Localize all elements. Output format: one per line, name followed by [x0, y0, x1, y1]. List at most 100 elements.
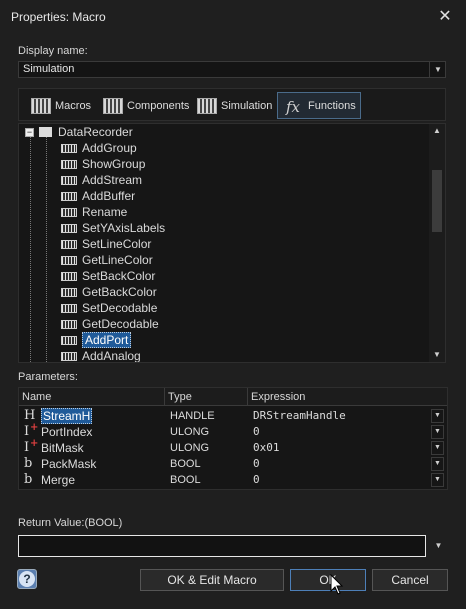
expression-dropdown-icon[interactable]: ▼ [431, 457, 444, 471]
mouse-cursor-icon [330, 574, 344, 595]
parameter-type: BOOL [170, 474, 201, 486]
macro-icon [31, 97, 51, 114]
function-icon [61, 207, 77, 217]
tree-item-label: GetBackColor [82, 285, 157, 299]
function-icon [61, 143, 77, 153]
display-name-label: Display name: [18, 45, 88, 57]
column-header-type[interactable]: Type [165, 388, 248, 406]
column-header-expression[interactable]: Expression [248, 388, 447, 406]
tree-item[interactable]: AddAnalog [61, 348, 141, 363]
tree-item[interactable]: SetLineColor [61, 236, 151, 252]
tree-item-label: AddStream [82, 173, 143, 187]
close-icon[interactable]: ✕ [437, 9, 453, 25]
help-button[interactable]: ? [17, 569, 37, 589]
tree-item[interactable]: SetDecodable [61, 300, 157, 316]
function-tree[interactable]: − DataRecorder AddGroup ShowGroup AddStrea… [18, 123, 446, 363]
collapse-icon[interactable]: − [25, 127, 34, 137]
return-value-dropdown-icon[interactable]: ▼ [430, 536, 447, 556]
tree-item[interactable]: SetBackColor [61, 268, 155, 284]
tab-macros[interactable]: Macros [27, 92, 95, 119]
bool-icon: b [24, 456, 33, 471]
tree-item-label: AddAnalog [82, 349, 141, 363]
function-icon [61, 319, 77, 329]
tree-root-label: DataRecorder [58, 125, 133, 139]
parameters-table: Name Type Expression H StreamH HANDLE DRStr… [18, 387, 448, 490]
parameter-expression[interactable]: 0 [253, 424, 260, 440]
tree-item-label: Rename [82, 205, 128, 219]
scroll-up-icon[interactable]: ▲ [429, 124, 445, 138]
parameter-row[interactable]: I + PortIndex ULONG 0 ▼ [19, 422, 447, 440]
fx-icon: fx [285, 97, 300, 116]
function-icon [61, 271, 77, 281]
parameter-row[interactable]: I + BitMask ULONG 0x01 ▼ [19, 438, 447, 456]
bool-icon: b [24, 472, 33, 487]
tree-item[interactable]: AddStream [61, 172, 142, 188]
return-value-field[interactable] [18, 535, 426, 557]
cancel-button[interactable]: Cancel [372, 569, 448, 591]
ok-edit-macro-button[interactable]: OK & Edit Macro [140, 569, 284, 591]
tab-label: Simulation [221, 99, 273, 112]
parameter-expression[interactable]: 0 [253, 472, 260, 488]
tree-item[interactable]: AddBuffer [61, 188, 135, 204]
tree-item-label: GetDecodable [82, 317, 159, 331]
parameter-type: BOOL [170, 458, 201, 470]
category-tabs: Macros Components Simulation fx Function… [18, 88, 446, 121]
parameter-name: BitMask [41, 441, 84, 455]
folder-icon [39, 127, 52, 137]
parameter-row[interactable]: b PackMask BOOL 0 ▼ [19, 456, 447, 472]
ok-button[interactable]: OK [290, 569, 366, 591]
expression-dropdown-icon[interactable]: ▼ [431, 409, 444, 423]
tab-simulation[interactable]: Simulation [193, 92, 276, 119]
tab-label: Functions [308, 99, 356, 112]
tree-item-label: SetLineColor [82, 237, 152, 251]
tree-item-label: AddPort [82, 332, 132, 348]
tab-components[interactable]: Components [99, 92, 193, 119]
tree-item[interactable]: AddGroup [61, 140, 137, 156]
function-icon [61, 239, 77, 249]
tree-item[interactable]: ShowGroup [61, 156, 145, 172]
tree-item[interactable]: GetLineColor [61, 252, 153, 268]
parameter-expression[interactable]: DRStreamHandle [253, 408, 346, 424]
display-name-field[interactable]: Simulation ▼ [18, 61, 446, 78]
function-icon [61, 351, 77, 361]
tree-item-label: GetLineColor [82, 253, 153, 267]
display-name-dropdown-icon[interactable]: ▼ [429, 61, 446, 78]
parameter-name: PackMask [41, 457, 97, 471]
parameter-type: ULONG [170, 426, 210, 438]
display-name-value: Simulation [23, 63, 75, 75]
tree-item[interactable]: GetDecodable [61, 316, 159, 332]
function-icon [61, 191, 77, 201]
expression-dropdown-icon[interactable]: ▼ [431, 441, 444, 455]
tree-item-label: AddGroup [82, 141, 137, 155]
parameter-expression[interactable]: 0 [253, 456, 260, 472]
tree-item[interactable]: GetBackColor [61, 284, 157, 300]
column-header-name[interactable]: Name [19, 388, 165, 406]
scrollbar-thumb[interactable] [432, 170, 442, 232]
expression-dropdown-icon[interactable]: ▼ [431, 473, 444, 487]
tree-item-label: ShowGroup [82, 157, 146, 171]
tab-label: Macros [55, 99, 92, 112]
parameter-expression[interactable]: 0x01 [253, 440, 280, 456]
function-icon [61, 335, 77, 345]
tree-item-label: SetYAxisLabels [82, 221, 166, 235]
parameter-type: ULONG [170, 442, 210, 454]
simulation-icon [197, 97, 217, 114]
window-title: Properties: Macro [11, 10, 106, 24]
tree-root[interactable]: − DataRecorder [25, 124, 133, 140]
tree-item-label: SetDecodable [82, 301, 158, 315]
scroll-down-icon[interactable]: ▼ [429, 348, 445, 362]
tree-scrollbar[interactable]: ▲ ▼ [429, 124, 445, 362]
parameter-row[interactable]: b Merge BOOL 0 ▼ [19, 472, 447, 488]
tree-item-label: AddBuffer [82, 189, 136, 203]
tree-item[interactable]: AddPort [61, 332, 132, 348]
tree-item[interactable]: SetYAxisLabels [61, 220, 165, 236]
parameters-label: Parameters: [18, 371, 78, 383]
parameter-name: StreamH [41, 408, 93, 424]
function-icon [61, 223, 77, 233]
help-icon: ? [19, 571, 35, 587]
tree-item[interactable]: Rename [61, 204, 127, 220]
parameter-row[interactable]: H StreamH HANDLE DRStreamHandle ▼ [19, 408, 447, 424]
parameter-type: HANDLE [170, 410, 215, 422]
tab-functions[interactable]: fx Functions [277, 92, 361, 119]
expression-dropdown-icon[interactable]: ▼ [431, 425, 444, 439]
